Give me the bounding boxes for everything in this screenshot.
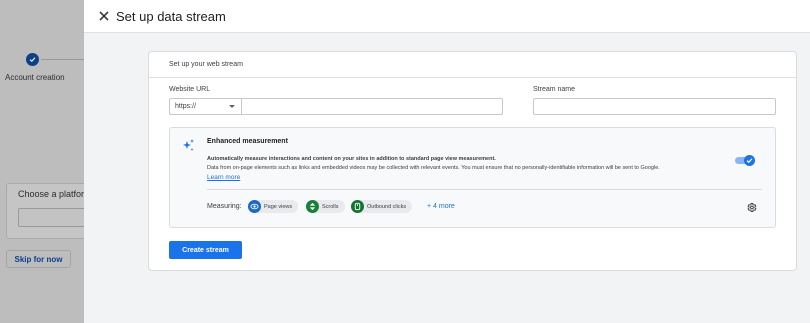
outbound-click-icon <box>351 200 364 213</box>
check-icon <box>744 155 755 166</box>
panel-header: Set up data stream <box>84 0 810 33</box>
setup-data-stream-panel: Set up data stream Set up your web strea… <box>84 0 810 323</box>
enhanced-measurement-summary: Automatically measure interactions and c… <box>207 156 496 162</box>
section-title: Set up your web stream <box>169 61 243 68</box>
platform-card-title: Choose a platform <box>18 189 92 199</box>
gear-icon[interactable] <box>746 202 757 213</box>
create-stream-button[interactable]: Create stream <box>169 241 242 259</box>
enhanced-measurement-toggle[interactable] <box>735 155 755 166</box>
chip-scrolls: Scrolls <box>306 200 345 213</box>
enhanced-measurement-title: Enhanced measurement <box>207 138 288 145</box>
learn-more-link[interactable]: Learn more <box>207 174 240 181</box>
panel-title: Set up data stream <box>116 9 226 24</box>
chevron-down-icon <box>229 105 235 108</box>
eye-icon <box>248 200 261 213</box>
stepper-line <box>41 59 85 60</box>
stream-name-input[interactable] <box>533 98 776 115</box>
step-complete-icon <box>26 53 39 66</box>
enhanced-measurement-description: Data from on-page elements such as links… <box>207 165 660 171</box>
stream-name-label: Stream name <box>533 86 576 93</box>
close-icon[interactable] <box>97 9 111 23</box>
more-events-link[interactable]: + 4 more <box>427 203 455 210</box>
web-stream-card: Set up your web stream Website URL https… <box>148 51 797 271</box>
section-divider <box>149 77 796 78</box>
website-url-input[interactable] <box>242 98 503 115</box>
skip-button: Skip for now <box>6 250 71 268</box>
sparkle-icon <box>183 139 194 151</box>
protocol-value: https:// <box>175 103 197 110</box>
website-url-label: Website URL <box>169 86 211 93</box>
chip-label: Page views <box>264 203 293 210</box>
enhanced-divider <box>207 189 762 190</box>
chip-label: Scrolls <box>322 203 339 210</box>
chip-label: Outbound clicks <box>367 203 407 210</box>
chip-outbound-clicks: Outbound clicks <box>351 200 413 213</box>
enhanced-measurement-box: Enhanced measurement Automatically measu… <box>169 127 776 228</box>
protocol-select[interactable]: https:// <box>169 98 242 115</box>
scroll-icon <box>306 200 319 213</box>
chip-page-views: Page views <box>248 200 299 213</box>
measuring-label: Measuring: <box>207 203 242 210</box>
step-label: Account creation <box>5 73 65 82</box>
